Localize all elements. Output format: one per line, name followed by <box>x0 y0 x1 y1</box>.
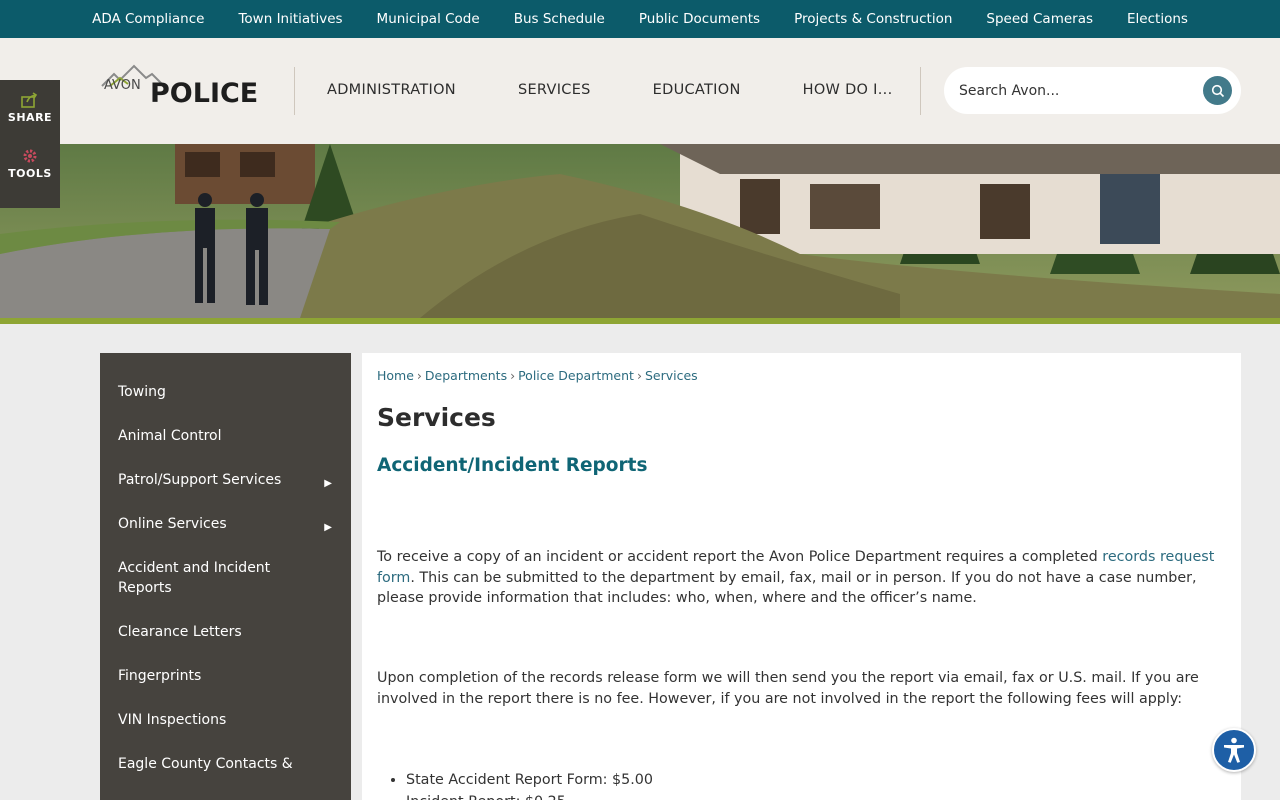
nav-divider <box>920 67 921 115</box>
sidebar-item-towing[interactable]: Towing <box>100 370 351 414</box>
fees-paragraph: Upon completion of the records release f… <box>377 670 1199 707</box>
breadcrumb-separator: › <box>416 368 422 383</box>
sidebar-item-animal-control[interactable]: Animal Control <box>100 414 351 458</box>
triangle-right-icon[interactable]: ▶ <box>324 518 332 538</box>
breadcrumb: Home › Departments › Police Department › Servi… <box>377 368 1226 383</box>
nav-administration[interactable]: ADMINISTRATION <box>296 82 487 98</box>
sidebar-item-label: Patrol/Support Services <box>118 472 282 488</box>
list-item: State Accident Report Form: $5.00 <box>406 769 653 791</box>
sidebar-item-fingerprints[interactable]: Fingerprints <box>100 654 351 698</box>
breadcrumb-police-department[interactable]: Police Department <box>518 368 634 383</box>
sidebar-item-patrol-support-services[interactable]: Patrol/Support Services ▶ <box>100 458 351 502</box>
sidebar-item-clearance-letters[interactable]: Clearance Letters <box>100 610 351 654</box>
top-link-public-documents[interactable]: Public Documents <box>622 11 777 27</box>
share-tools-widget: SHARE TOOLS <box>0 80 60 208</box>
utility-bar: ADA Compliance Town Initiatives Municipa… <box>0 0 1280 38</box>
sidebar-menu: Towing Animal Control Patrol/Support Ser… <box>100 353 351 800</box>
sidebar-item-label: Accident and Incident Reports <box>118 560 271 596</box>
logo-avon-text: AVON <box>104 78 141 93</box>
main-nav: ADMINISTRATION SERVICES EDUCATION HOW DO… <box>296 66 923 114</box>
section-heading: Accident/Incident Reports <box>377 455 648 476</box>
sidebar-item-label: VIN Inspections <box>118 712 227 728</box>
top-link-projects-construction[interactable]: Projects & Construction <box>777 11 969 27</box>
breadcrumb-services[interactable]: Services <box>645 368 698 383</box>
accessibility-icon <box>1224 737 1244 763</box>
top-link-bus-schedule[interactable]: Bus Schedule <box>497 11 622 27</box>
mountain-logo-icon: AVON POLICE <box>101 64 258 109</box>
intro-paragraph: To receive a copy of an incident or acci… <box>377 547 1227 609</box>
intro-text-before: To receive a copy of an incident or acci… <box>377 549 1103 565</box>
sidebar-item-label: Towing <box>118 384 166 400</box>
search-input[interactable] <box>959 82 1189 99</box>
header-banner-image <box>0 144 1280 318</box>
sidebar-item-label: Eagle County Contacts & <box>118 756 293 772</box>
share-label: SHARE <box>7 111 53 124</box>
nav-how-do-i[interactable]: HOW DO I... <box>772 82 924 98</box>
sidebar-item-label: Clearance Letters <box>118 624 242 640</box>
tools-button[interactable]: TOOLS <box>0 136 60 192</box>
nav-services[interactable]: SERVICES <box>487 82 622 98</box>
sidebar-item-vin-inspections[interactable]: VIN Inspections <box>100 698 351 742</box>
gear-icon <box>23 149 37 163</box>
breadcrumb-separator: › <box>510 368 516 383</box>
breadcrumb-home[interactable]: Home <box>377 368 414 383</box>
page-title: Services <box>377 403 496 432</box>
breadcrumb-separator: › <box>636 368 642 383</box>
logo-police-text: POLICE <box>150 78 258 106</box>
avon-police-logo[interactable]: AVON POLICE <box>100 64 272 109</box>
top-link-ada-compliance[interactable]: ADA Compliance <box>75 11 221 27</box>
sidebar-item-accident-incident-reports[interactable]: Accident and Incident Reports <box>100 546 351 610</box>
banner-accent-line <box>0 318 1280 324</box>
sidebar-item-online-services[interactable]: Online Services ▶ <box>100 502 351 546</box>
share-icon <box>21 92 38 108</box>
top-link-town-initiatives[interactable]: Town Initiatives <box>221 11 359 27</box>
top-link-speed-cameras[interactable]: Speed Cameras <box>969 11 1110 27</box>
sidebar-item-label: Animal Control <box>118 428 222 444</box>
sidebar-item-eagle-county-contacts[interactable]: Eagle County Contacts & <box>100 742 351 786</box>
logo-divider <box>294 67 295 115</box>
tools-label: TOOLS <box>8 167 52 180</box>
accessibility-button[interactable] <box>1212 728 1256 772</box>
search-icon <box>1211 84 1224 97</box>
nav-education[interactable]: EDUCATION <box>622 82 772 98</box>
main-content: Home › Departments › Police Department › Servi… <box>362 353 1241 800</box>
list-item: Incident Report: $0.25 <box>406 791 653 800</box>
share-button[interactable]: SHARE <box>0 80 60 136</box>
sidebar-item-label: Fingerprints <box>118 668 202 684</box>
top-link-municipal-code[interactable]: Municipal Code <box>360 11 497 27</box>
triangle-right-icon[interactable]: ▶ <box>324 474 332 494</box>
top-link-elections[interactable]: Elections <box>1110 11 1205 27</box>
search-box <box>944 67 1241 114</box>
breadcrumb-departments[interactable]: Departments <box>425 368 507 383</box>
sidebar-item-label: Online Services <box>118 516 227 532</box>
site-header: AVON POLICE ADMINISTRATION SERVICES EDUC… <box>0 38 1280 144</box>
intro-text-after: . This can be submitted to the departmen… <box>377 569 1197 607</box>
search-button[interactable] <box>1203 76 1232 105</box>
fees-list: State Accident Report Form: $5.00 Incide… <box>406 769 653 800</box>
